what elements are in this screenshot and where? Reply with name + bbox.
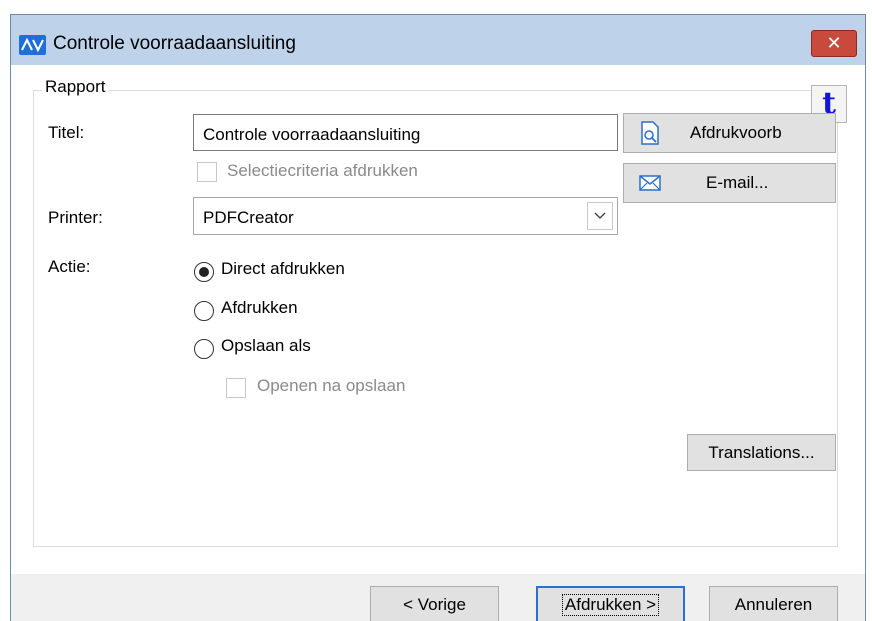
close-icon: ✕: [826, 32, 842, 54]
radio-afdrukken-label: Afdrukken: [221, 298, 298, 317]
printer-select[interactable]: PDFCreator: [193, 197, 618, 235]
email-label: E-mail...: [706, 173, 769, 192]
printer-label: Printer:: [48, 208, 103, 227]
titel-input-value: Controle voorraadaansluiting: [203, 125, 421, 144]
close-button[interactable]: ✕: [811, 30, 857, 57]
translations-label: Translations...: [708, 442, 815, 462]
titel-label-text: Titel:: [48, 123, 85, 142]
back-label: < Vorige: [403, 594, 466, 614]
window-title: Controle voorraadaansluiting: [53, 33, 296, 54]
email-button[interactable]: E-mail...: [623, 163, 836, 203]
print-preview-icon: [638, 121, 662, 145]
dialog-body: Rapport t Titel: Controle voorraadaanslu…: [11, 65, 865, 574]
radio-direct-afdrukken[interactable]: [194, 262, 214, 282]
openen-checkbox[interactable]: [226, 378, 246, 398]
translations-button[interactable]: Translations...: [687, 434, 836, 471]
print-preview-button[interactable]: Afdrukvoorb: [623, 113, 836, 153]
rapport-group: [33, 90, 838, 547]
printer-select-value: PDFCreator: [203, 208, 294, 227]
print-button[interactable]: Afdrukken >: [536, 586, 685, 621]
titel-input[interactable]: Controle voorraadaansluiting: [193, 114, 618, 151]
radio-afdrukken[interactable]: [194, 301, 214, 321]
title-bar[interactable]: Controle voorraadaansluiting ✕: [11, 15, 865, 65]
titel-label: Titel:: [48, 123, 84, 143]
radio-direct-label: Direct afdrukken: [221, 259, 345, 278]
openen-label: Openen na opslaan: [257, 376, 406, 395]
back-button[interactable]: < Vorige: [370, 586, 499, 621]
cancel-label: Annuleren: [734, 594, 813, 614]
dialog-window: Controle voorraadaansluiting ✕ Rapport t…: [10, 14, 866, 621]
group-caption: Rapport: [42, 77, 109, 97]
envelope-icon: [638, 171, 662, 195]
app-logo-icon: [19, 35, 46, 55]
selectie-checkbox[interactable]: [197, 162, 217, 182]
selectie-label: Selectiecriteria afdrukken: [227, 161, 418, 180]
print-preview-label: Afdrukvoorb: [690, 123, 782, 142]
actie-label: Actie:: [48, 257, 91, 276]
cancel-button[interactable]: Annuleren: [709, 586, 838, 621]
radio-opslaan-label: Opslaan als: [221, 336, 311, 355]
print-label: Afdrukken >: [561, 593, 660, 616]
chevron-down-icon[interactable]: [587, 202, 613, 230]
radio-opslaan-als[interactable]: [194, 339, 214, 359]
footer-bar: < Vorige Afdrukken > Annuleren: [11, 574, 865, 621]
